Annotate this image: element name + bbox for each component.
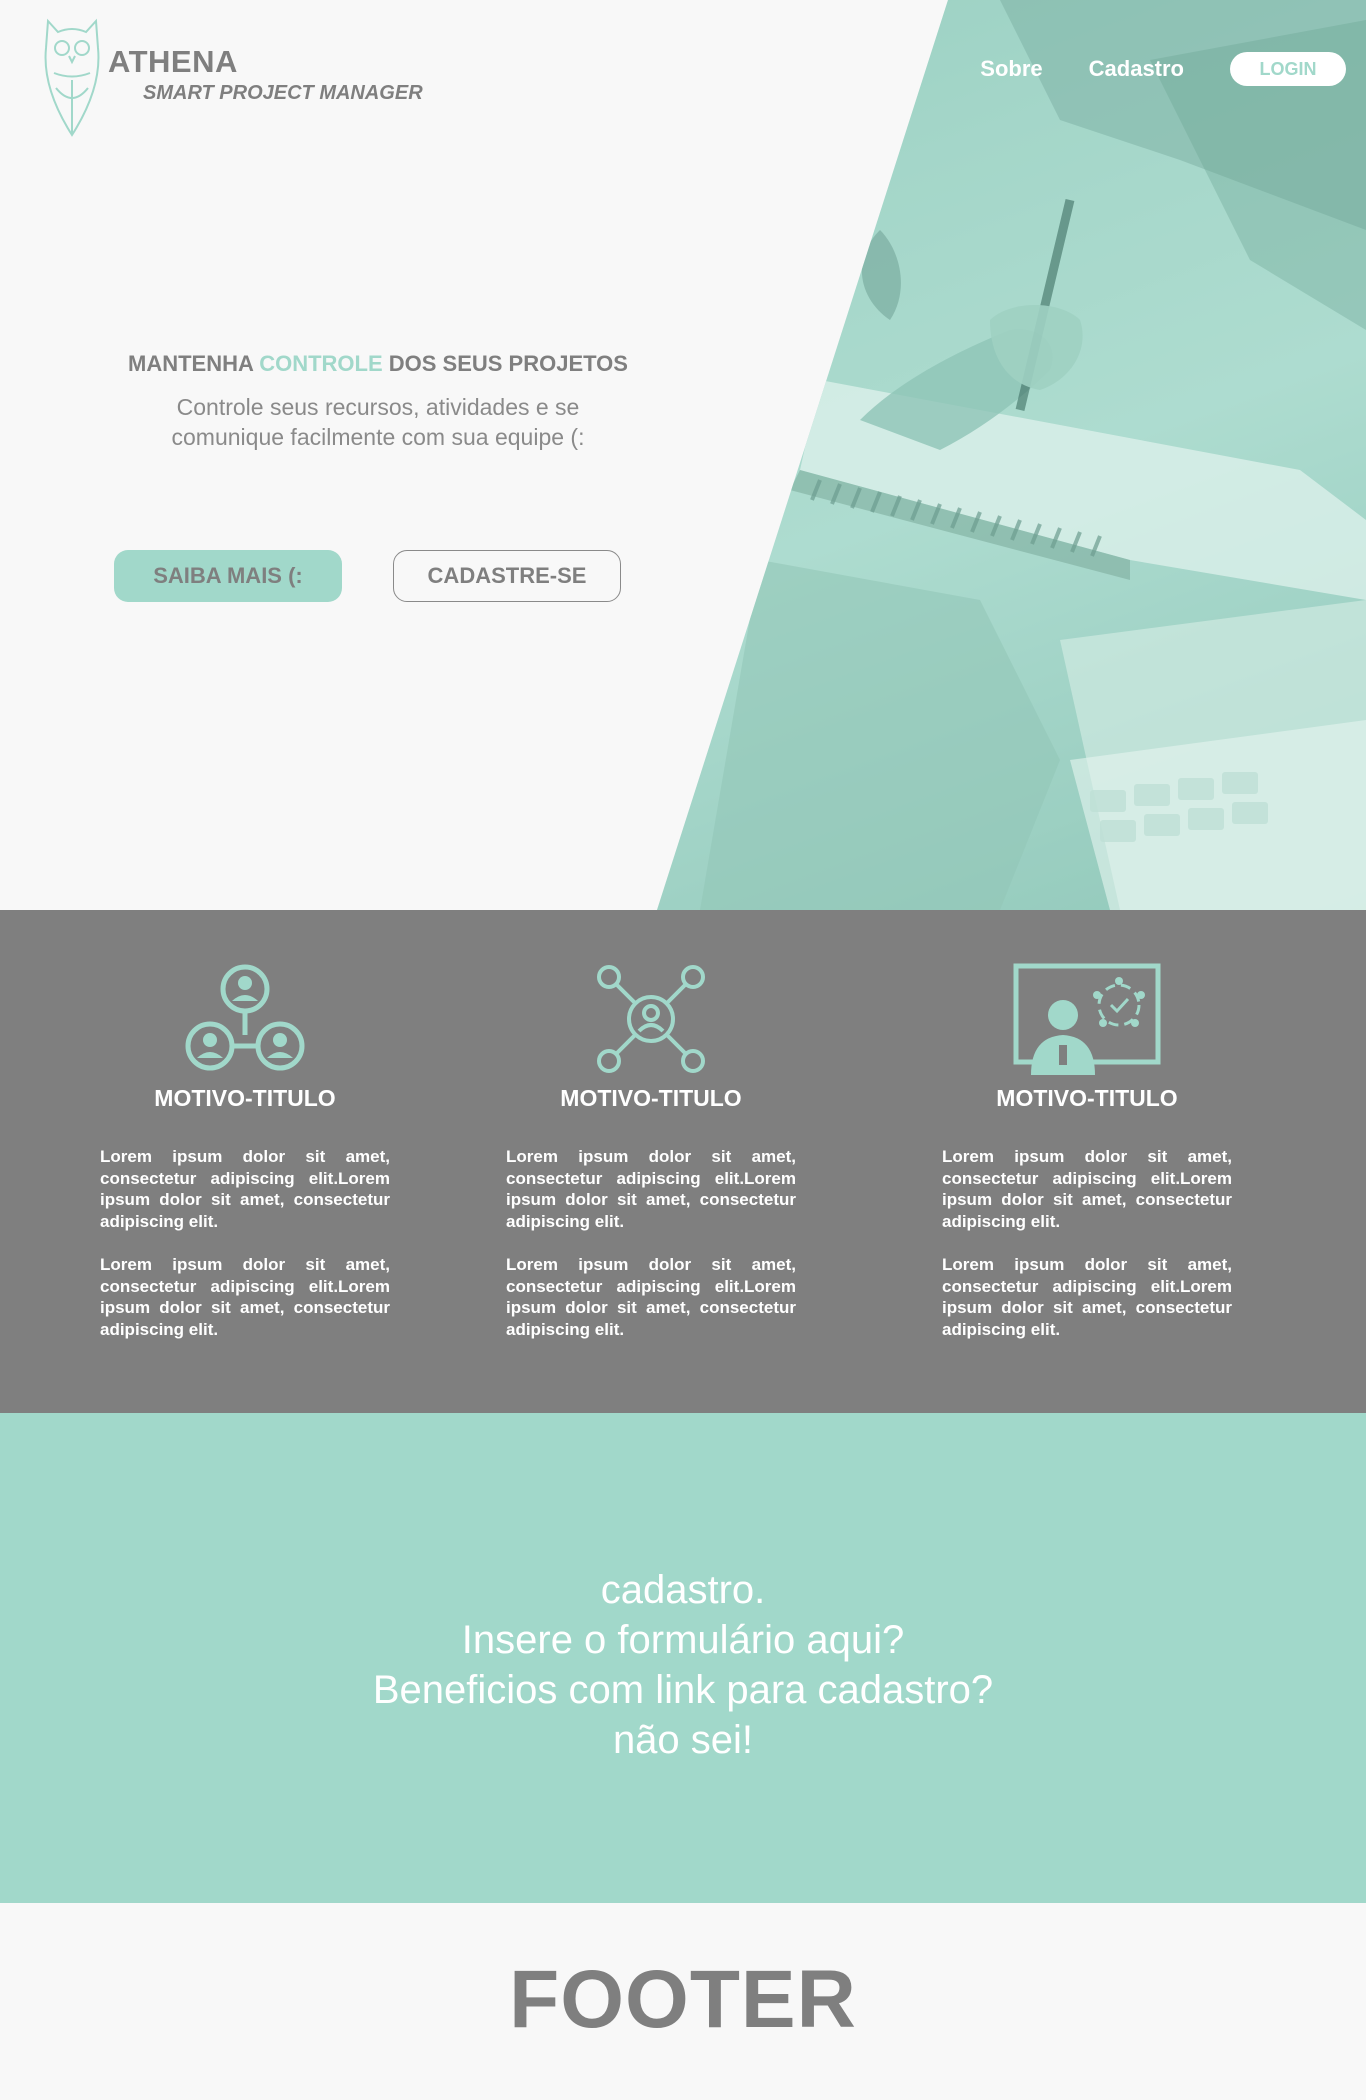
signup-cta-section: cadastro. Insere o formulário aqui? Bene…: [0, 1413, 1366, 1903]
nav-link-cadastro[interactable]: Cadastro: [1089, 56, 1184, 82]
saiba-mais-button[interactable]: SAIBA MAIS (:: [114, 550, 342, 602]
user-connections-icon: [597, 965, 705, 1073]
feature-paragraph: Lorem ipsum dolor sit amet, consectetur …: [506, 1255, 796, 1339]
footer-label: FOOTER: [509, 1954, 857, 2045]
brand-tagline: SMART PROJECT MANAGER: [143, 82, 423, 104]
brand-logo[interactable]: ATHENA SMART PROJECT MANAGER: [42, 18, 423, 138]
cta-line: Beneficios com link para cadastro?: [372, 1668, 994, 1712]
cta-line: não sei!: [612, 1718, 754, 1762]
hero-title: MANTENHA CONTROLE DOS SEUS PROJETOS: [0, 351, 756, 377]
feature-card: MOTIVO-TITULO Lorem ipsum dolor sit amet…: [942, 910, 1232, 1340]
feature-title: MOTIVO-TITULO: [560, 1085, 742, 1111]
hero-title-suffix: DOS SEUS PROJETOS: [382, 351, 628, 376]
feature-paragraph: Lorem ipsum dolor sit amet, consectetur …: [506, 1147, 796, 1231]
hero-section: ATHENA SMART PROJECT MANAGER Sobre Cadas…: [0, 0, 1366, 910]
feature-paragraph: Lorem ipsum dolor sit amet, consectetur …: [100, 1255, 390, 1339]
feature-card: MOTIVO-TITULO Lorem ipsum dolor sit amet…: [100, 910, 390, 1340]
login-button[interactable]: LOGIN: [1230, 52, 1346, 86]
feature-title: MOTIVO-TITULO: [154, 1085, 336, 1111]
cta-text: cadastro. Insere o formulário aqui? Bene…: [0, 1565, 1366, 1765]
presentation-board-icon: [1013, 963, 1161, 1075]
cta-line: Insere o formulário aqui?: [461, 1618, 905, 1662]
feature-paragraph: Lorem ipsum dolor sit amet, consectetur …: [942, 1255, 1232, 1339]
cta-line: cadastro.: [600, 1568, 766, 1612]
page-footer: FOOTER: [0, 1903, 1366, 2100]
feature-paragraph: Lorem ipsum dolor sit amet, consectetur …: [100, 1147, 390, 1231]
hero-subtitle-line: comunique facilmente com sua equipe (:: [171, 424, 585, 450]
feature-paragraph: Lorem ipsum dolor sit amet, consectetur …: [942, 1147, 1232, 1231]
feature-title: MOTIVO-TITULO: [996, 1085, 1178, 1111]
brand-name: ATHENA: [108, 44, 238, 79]
hero-subtitle: Controle seus recursos, atividades e se …: [0, 392, 756, 452]
feature-card: MOTIVO-TITULO Lorem ipsum dolor sit amet…: [506, 910, 796, 1340]
hero-title-prefix: MANTENHA: [128, 351, 260, 376]
top-navigation: Sobre Cadastro LOGIN: [980, 52, 1346, 86]
nav-link-sobre[interactable]: Sobre: [980, 56, 1042, 82]
owl-icon: [44, 18, 100, 137]
team-network-icon: [185, 964, 305, 1071]
hero-title-accent: CONTROLE: [259, 351, 383, 376]
hero-subtitle-line: Controle seus recursos, atividades e se: [176, 394, 580, 420]
features-section: MOTIVO-TITULO Lorem ipsum dolor sit amet…: [0, 910, 1366, 1413]
cadastre-se-button[interactable]: CADASTRE-SE: [393, 550, 621, 602]
